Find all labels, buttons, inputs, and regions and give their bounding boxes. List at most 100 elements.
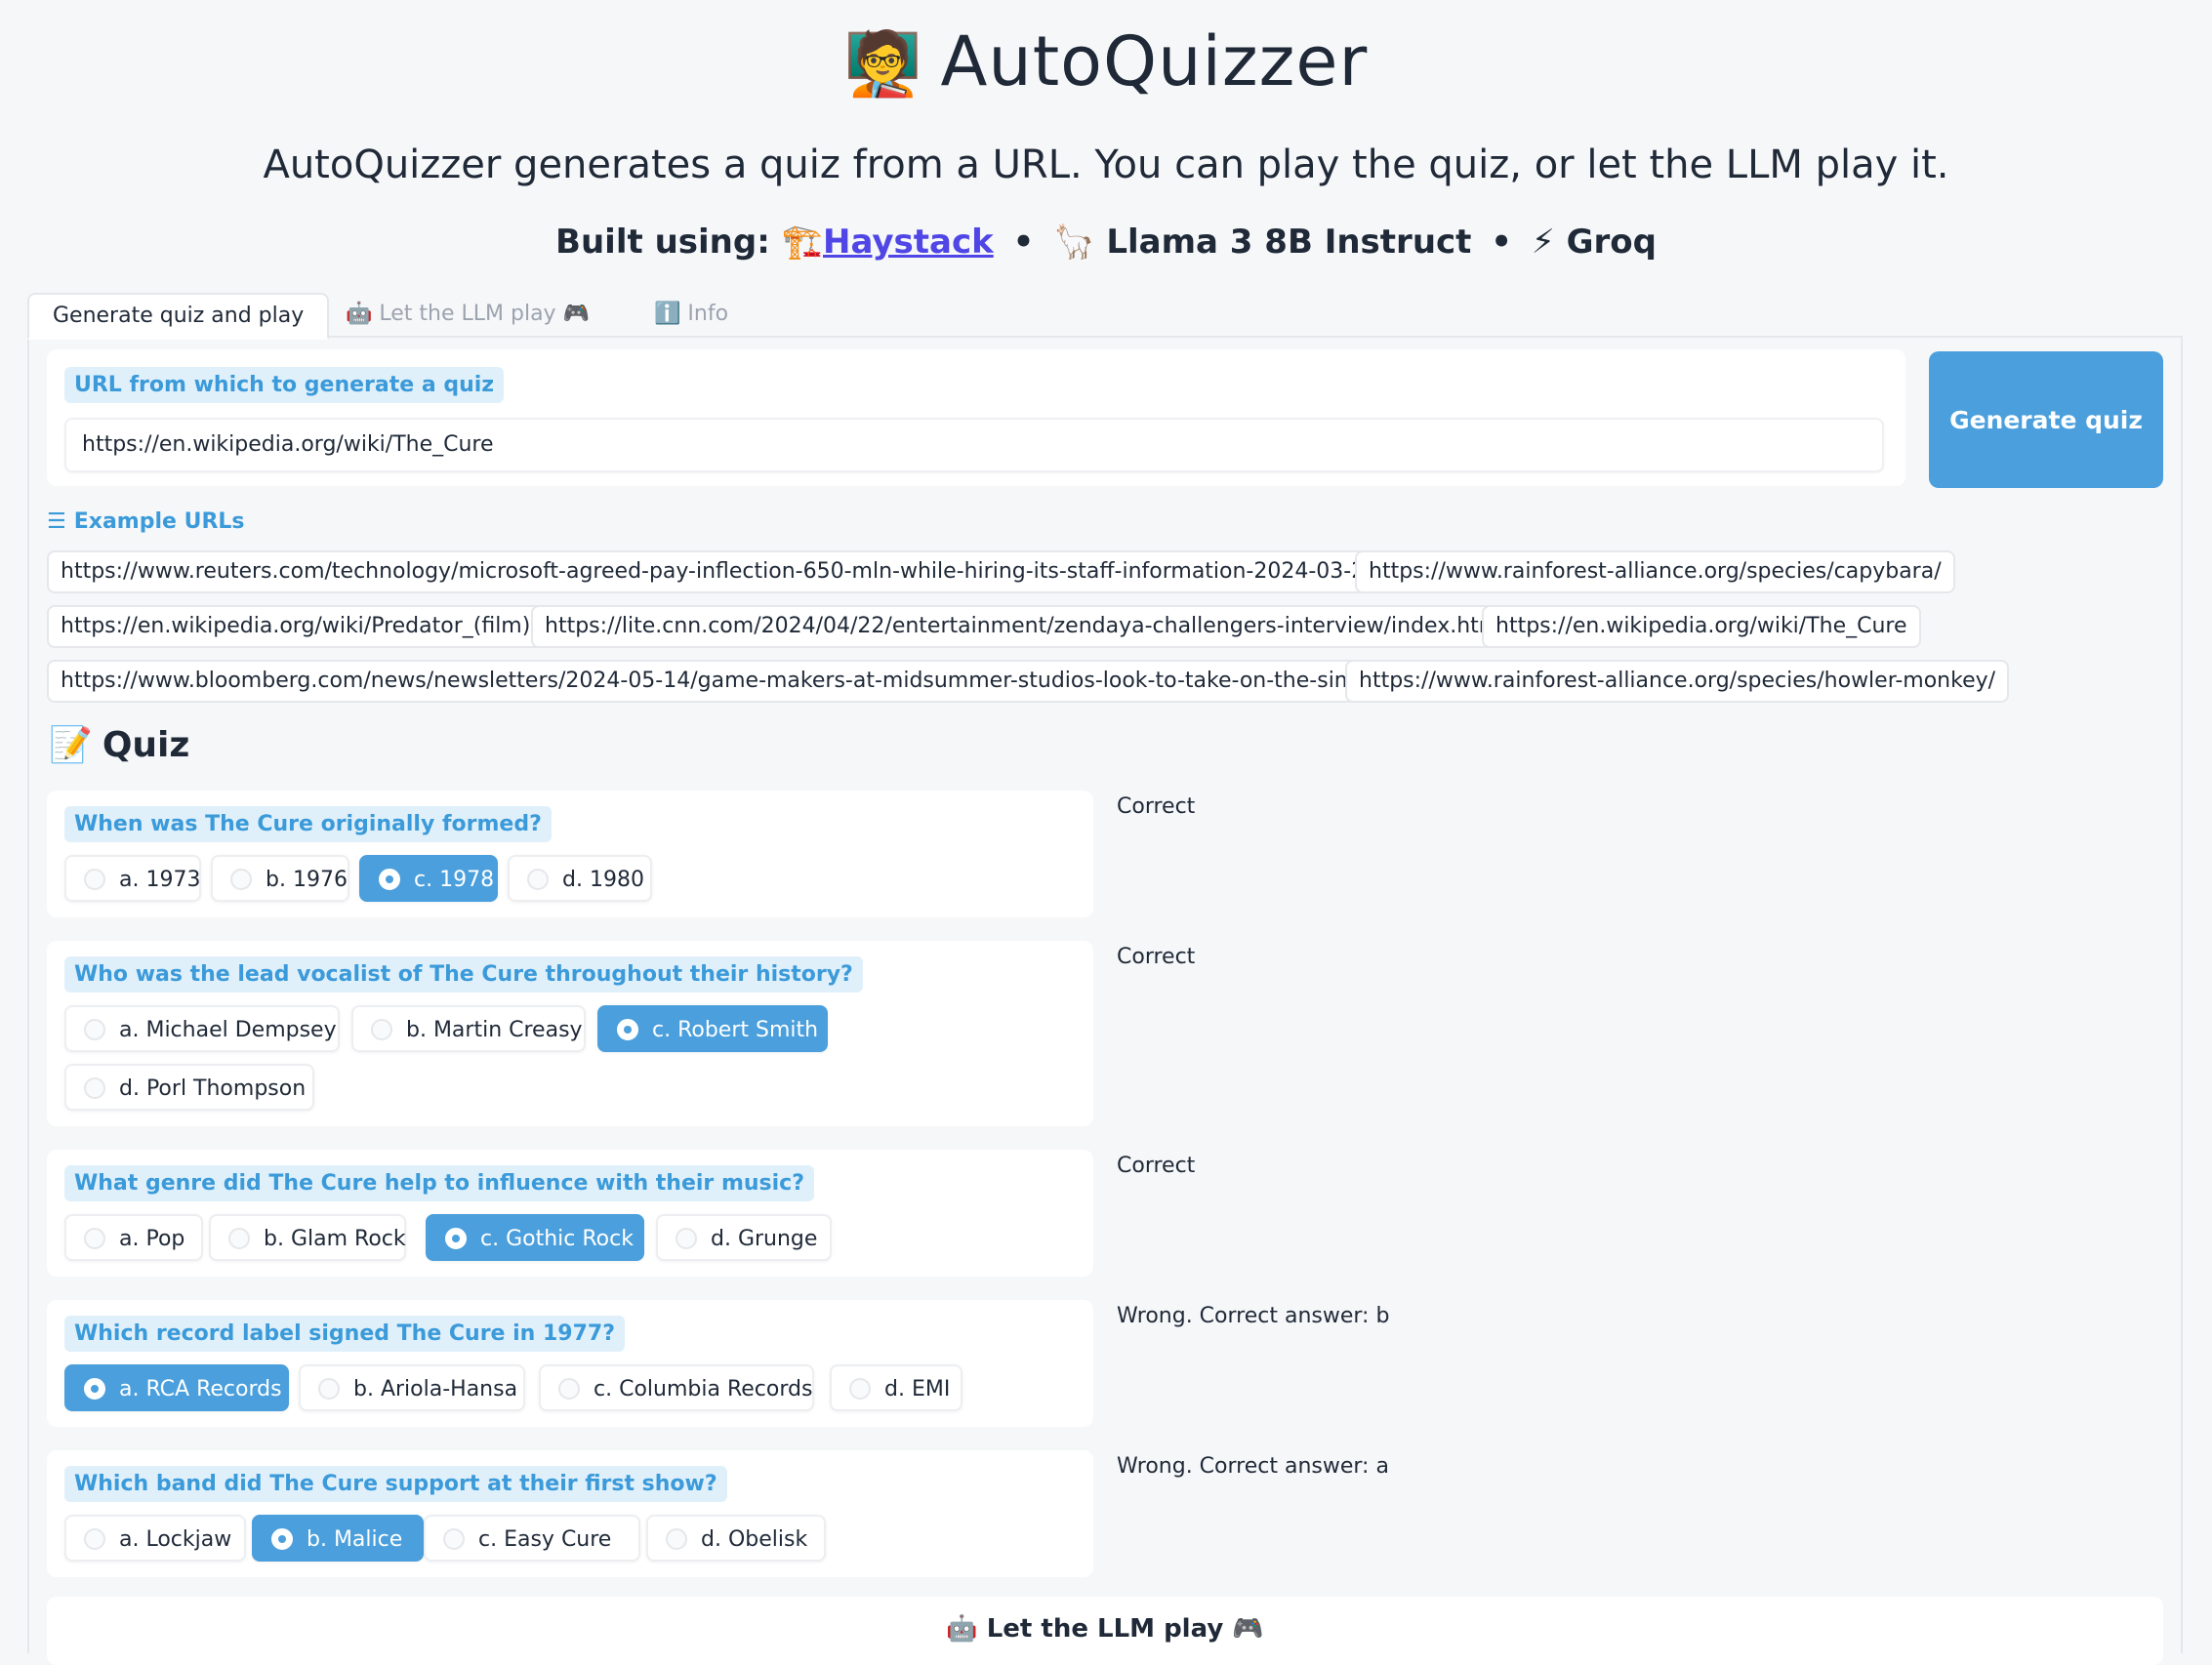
radio-icon: [271, 1528, 293, 1550]
answer-label: b. 1976: [266, 868, 348, 892]
radio-icon: [371, 1019, 392, 1040]
answer-option[interactable]: c. Easy Cure: [424, 1515, 640, 1562]
teacher-icon: 🧑‍🏫: [843, 28, 923, 101]
tab-generate-quiz[interactable]: Generate quiz and play: [27, 293, 330, 340]
radio-icon: [443, 1528, 465, 1550]
example-url[interactable]: https://lite.cnn.com/2024/04/22/entertai…: [531, 605, 1520, 648]
answer-option[interactable]: a. Michael Dempsey: [64, 1005, 340, 1052]
answer-result: Wrong. Correct answer: b: [1117, 1304, 1390, 1328]
url-input[interactable]: [64, 418, 1884, 472]
radio-icon: [849, 1378, 871, 1400]
radio-icon: [617, 1019, 638, 1040]
answer-label: a. 1973: [119, 868, 201, 892]
app-title: 🧑‍🏫 AutoQuizzer: [0, 21, 2212, 102]
answer-option[interactable]: c. 1978: [359, 855, 498, 902]
app-title-text: AutoQuizzer: [940, 21, 1369, 102]
example-urls-label: ☰ Example URLs: [47, 509, 245, 534]
tab-info[interactable]: ℹ️ Info: [631, 293, 752, 336]
answer-option[interactable]: d. Grunge: [656, 1214, 832, 1261]
answer-label: b. Ariola-Hansa: [353, 1377, 518, 1401]
question-text: Which band did The Cure support at their…: [64, 1466, 727, 1502]
question-text: Which record label signed The Cure in 19…: [64, 1316, 625, 1352]
answer-label: d. Grunge: [711, 1227, 818, 1251]
radio-icon: [84, 1378, 105, 1400]
answer-option[interactable]: a. Lockjaw: [64, 1515, 246, 1562]
answer-label: b. Martin Creasy: [406, 1018, 583, 1042]
answer-label: a. RCA Records: [119, 1377, 282, 1401]
radio-icon: [84, 1019, 105, 1040]
llama-model-name: Llama 3 8B Instruct: [1106, 223, 1472, 262]
answer-option[interactable]: b. Martin Creasy: [351, 1005, 586, 1052]
quiz-title: 📝 Quiz: [49, 724, 189, 765]
question-card: Which band did The Cure support at their…: [47, 1450, 1093, 1577]
answer-option[interactable]: a. 1973: [64, 855, 201, 902]
example-url[interactable]: https://www.reuters.com/technology/micro…: [47, 550, 1400, 593]
built-using: Built using: 🏗️Haystack • 🦙 Llama 3 8B I…: [0, 223, 2212, 262]
example-urls-title: Example URLs: [73, 509, 245, 534]
answer-label: b. Malice: [307, 1527, 403, 1552]
example-urls: https://www.reuters.com/technology/micro…: [47, 550, 2175, 714]
answer-option[interactable]: b. 1976: [211, 855, 349, 902]
answer-option[interactable]: d. 1980: [508, 855, 652, 902]
question-card: When was The Cure originally formed? a. …: [47, 791, 1093, 917]
answer-label: b. Glam Rock: [264, 1227, 406, 1251]
separator: •: [1012, 223, 1035, 262]
radio-icon: [228, 1228, 250, 1249]
memo-icon: 📝: [49, 725, 93, 765]
tab-let-llm-play[interactable]: 🤖 Let the LLM play 🎮: [322, 293, 613, 336]
question-text: What genre did The Cure help to influenc…: [64, 1165, 814, 1201]
example-url[interactable]: https://www.rainforest-alliance.org/spec…: [1345, 660, 2010, 703]
question-text: Who was the lead vocalist of The Cure th…: [64, 956, 863, 993]
answer-option[interactable]: d. Porl Thompson: [64, 1064, 314, 1111]
answer-label: c. Columbia Records: [594, 1377, 813, 1401]
url-form: URL from which to generate a quiz: [47, 349, 1905, 486]
radio-icon: [84, 1077, 105, 1099]
list-icon: ☰: [47, 509, 66, 534]
answer-option[interactable]: b. Malice: [252, 1515, 424, 1562]
answer-option[interactable]: d. EMI: [830, 1364, 963, 1411]
answer-label: d. EMI: [884, 1377, 951, 1401]
radio-icon: [527, 869, 549, 890]
lightning-icon: ⚡: [1531, 223, 1555, 262]
answer-option[interactable]: a. Pop: [64, 1214, 203, 1261]
radio-icon: [84, 1228, 105, 1249]
answer-option[interactable]: b. Ariola-Hansa: [299, 1364, 525, 1411]
answer-option[interactable]: c. Robert Smith: [597, 1005, 828, 1052]
answer-option[interactable]: c. Gothic Rock: [426, 1214, 644, 1261]
url-label: URL from which to generate a quiz: [64, 367, 505, 403]
answer-option[interactable]: a. RCA Records: [64, 1364, 289, 1411]
example-url[interactable]: https://www.bloomberg.com/news/newslette…: [47, 660, 1380, 703]
answer-label: a. Lockjaw: [119, 1527, 232, 1552]
radio-icon: [318, 1378, 340, 1400]
question-card: Who was the lead vocalist of The Cure th…: [47, 941, 1093, 1126]
answer-result: Correct: [1117, 794, 1196, 819]
let-llm-play-button[interactable]: 🤖 Let the LLM play 🎮: [47, 1597, 2163, 1665]
example-url[interactable]: https://www.rainforest-alliance.org/spec…: [1355, 550, 1955, 593]
example-url[interactable]: https://en.wikipedia.org/wiki/Predator_(…: [47, 605, 545, 648]
answer-label: d. Obelisk: [701, 1527, 808, 1552]
answer-result: Wrong. Correct answer: a: [1117, 1454, 1389, 1479]
radio-icon: [558, 1378, 580, 1400]
example-url[interactable]: https://en.wikipedia.org/wiki/The_Cure: [1482, 605, 1921, 648]
question-card: What genre did The Cure help to influenc…: [47, 1150, 1093, 1277]
answer-option[interactable]: c. Columbia Records: [539, 1364, 814, 1411]
separator: •: [1491, 223, 1513, 262]
radio-icon: [230, 869, 252, 890]
generate-quiz-button[interactable]: Generate quiz: [1929, 351, 2163, 488]
app-subtitle: AutoQuizzer generates a quiz from a URL.…: [263, 142, 1949, 187]
haystack-link[interactable]: Haystack: [823, 223, 994, 262]
built-using-label: Built using:: [555, 223, 770, 262]
answer-result: Correct: [1117, 1154, 1196, 1178]
answer-option[interactable]: d. Obelisk: [646, 1515, 826, 1562]
radio-icon: [666, 1528, 687, 1550]
question-card: Which record label signed The Cure in 19…: [47, 1300, 1093, 1427]
llama-icon: 🦙: [1053, 223, 1095, 262]
answer-option[interactable]: b. Glam Rock: [209, 1214, 406, 1261]
radio-icon: [676, 1228, 697, 1249]
answer-label: c. Easy Cure: [478, 1527, 612, 1552]
answer-label: c. 1978: [414, 868, 495, 892]
radio-icon: [445, 1228, 467, 1249]
answer-label: d. Porl Thompson: [119, 1076, 307, 1101]
answer-result: Correct: [1117, 945, 1196, 969]
construction-icon: 🏗️: [781, 223, 823, 262]
